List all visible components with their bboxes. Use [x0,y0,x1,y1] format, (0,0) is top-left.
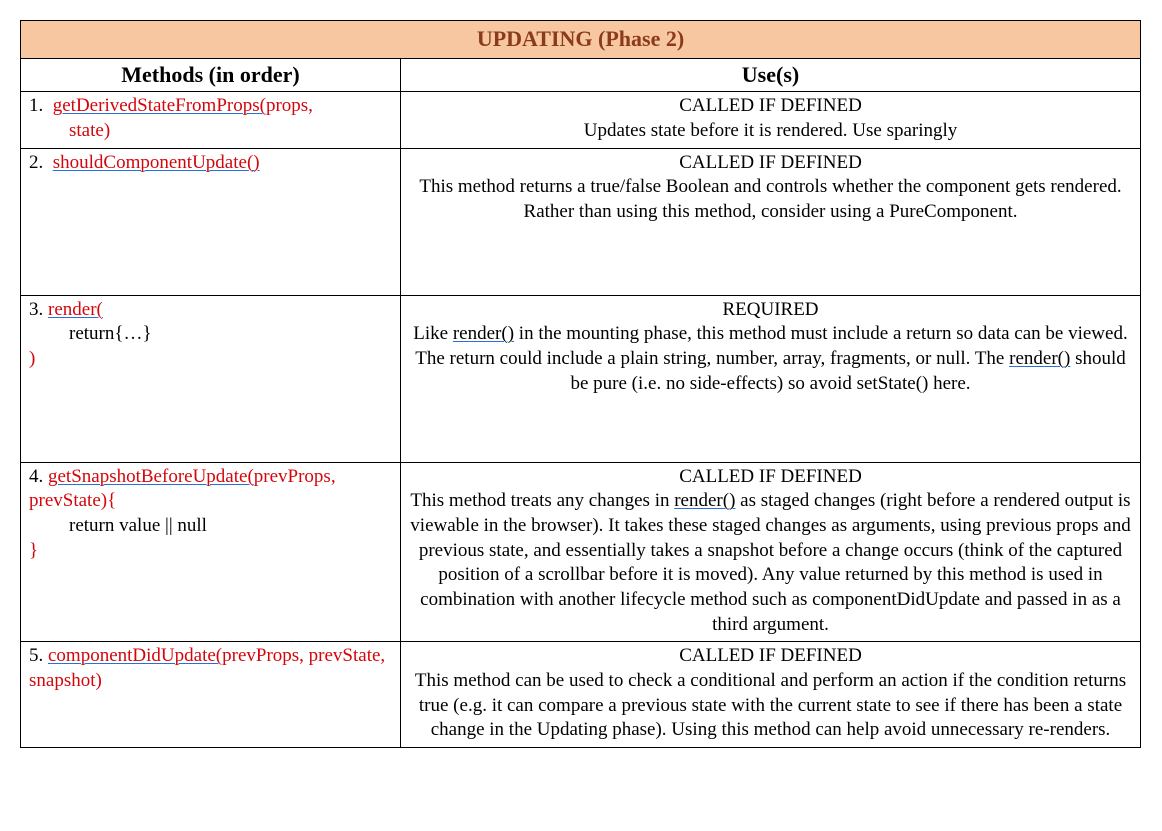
use-body: Updates state before it is rendered. Use… [407,119,1134,144]
use-heading: REQUIRED [407,298,1134,323]
method-cell: 5. componentDidUpdate(prevProps, prevSta… [21,642,401,748]
col-header-methods: Methods (in order) [21,58,401,92]
method-args-line2: state) [29,119,394,144]
method-close: ) [29,347,394,372]
row-number: 5. [29,645,43,666]
use-body: Like render() in the mounting phase, thi… [407,322,1134,396]
use-cell: REQUIRED Like render() in the mounting p… [401,295,1141,462]
header-row: Methods (in order) Use(s) [21,58,1141,92]
lifecycle-table: UPDATING (Phase 2) Methods (in order) Us… [20,20,1141,748]
table-row: 4. getSnapshotBeforeUpdate(prevProps, pr… [21,462,1141,642]
title-row: UPDATING (Phase 2) [21,21,1141,59]
inline-link[interactable]: render() [1009,348,1070,369]
row-number: 1. [29,95,43,116]
table-row: 3. render( return{…} ) REQUIRED Like ren… [21,295,1141,462]
table-row: 1. getDerivedStateFromProps(props, state… [21,92,1141,148]
use-cell: CALLED IF DEFINED This method treats any… [401,462,1141,642]
method-args: props, [266,95,313,116]
method-link[interactable]: getSnapshotBeforeUpdate( [48,466,254,487]
method-link[interactable]: getDerivedStateFromProps( [53,95,266,116]
method-cell: 3. render( return{…} ) [21,295,401,462]
table-row: 5. componentDidUpdate(prevProps, prevSta… [21,642,1141,748]
row-number: 3. [29,299,43,320]
method-close: } [29,539,394,564]
use-heading: CALLED IF DEFINED [407,644,1134,669]
use-body: This method can be used to check a condi… [407,669,1134,743]
method-link[interactable]: shouldComponentUpdate() [53,152,260,173]
table-row: 2. shouldComponentUpdate() CALLED IF DEF… [21,148,1141,295]
use-heading: CALLED IF DEFINED [407,465,1134,490]
inline-link[interactable]: render() [453,323,514,344]
use-body: This method returns a true/false Boolean… [407,175,1134,224]
method-cell: 2. shouldComponentUpdate() [21,148,401,295]
method-link[interactable]: render( [48,299,103,320]
method-link[interactable]: componentDidUpdate( [48,645,222,666]
method-body-line: return{…} [29,322,394,347]
use-cell: CALLED IF DEFINED Updates state before i… [401,92,1141,148]
table-title: UPDATING (Phase 2) [21,21,1141,59]
row-number: 2. [29,152,43,173]
use-heading: CALLED IF DEFINED [407,151,1134,176]
inline-link[interactable]: render() [674,490,735,511]
use-body: This method treats any changes in render… [407,489,1134,637]
method-cell: 1. getDerivedStateFromProps(props, state… [21,92,401,148]
use-cell: CALLED IF DEFINED This method can be use… [401,642,1141,748]
method-body-line: return value || null [29,514,394,539]
method-cell: 4. getSnapshotBeforeUpdate(prevProps, pr… [21,462,401,642]
col-header-uses: Use(s) [401,58,1141,92]
use-cell: CALLED IF DEFINED This method returns a … [401,148,1141,295]
use-heading: CALLED IF DEFINED [407,94,1134,119]
row-number: 4. [29,466,43,487]
